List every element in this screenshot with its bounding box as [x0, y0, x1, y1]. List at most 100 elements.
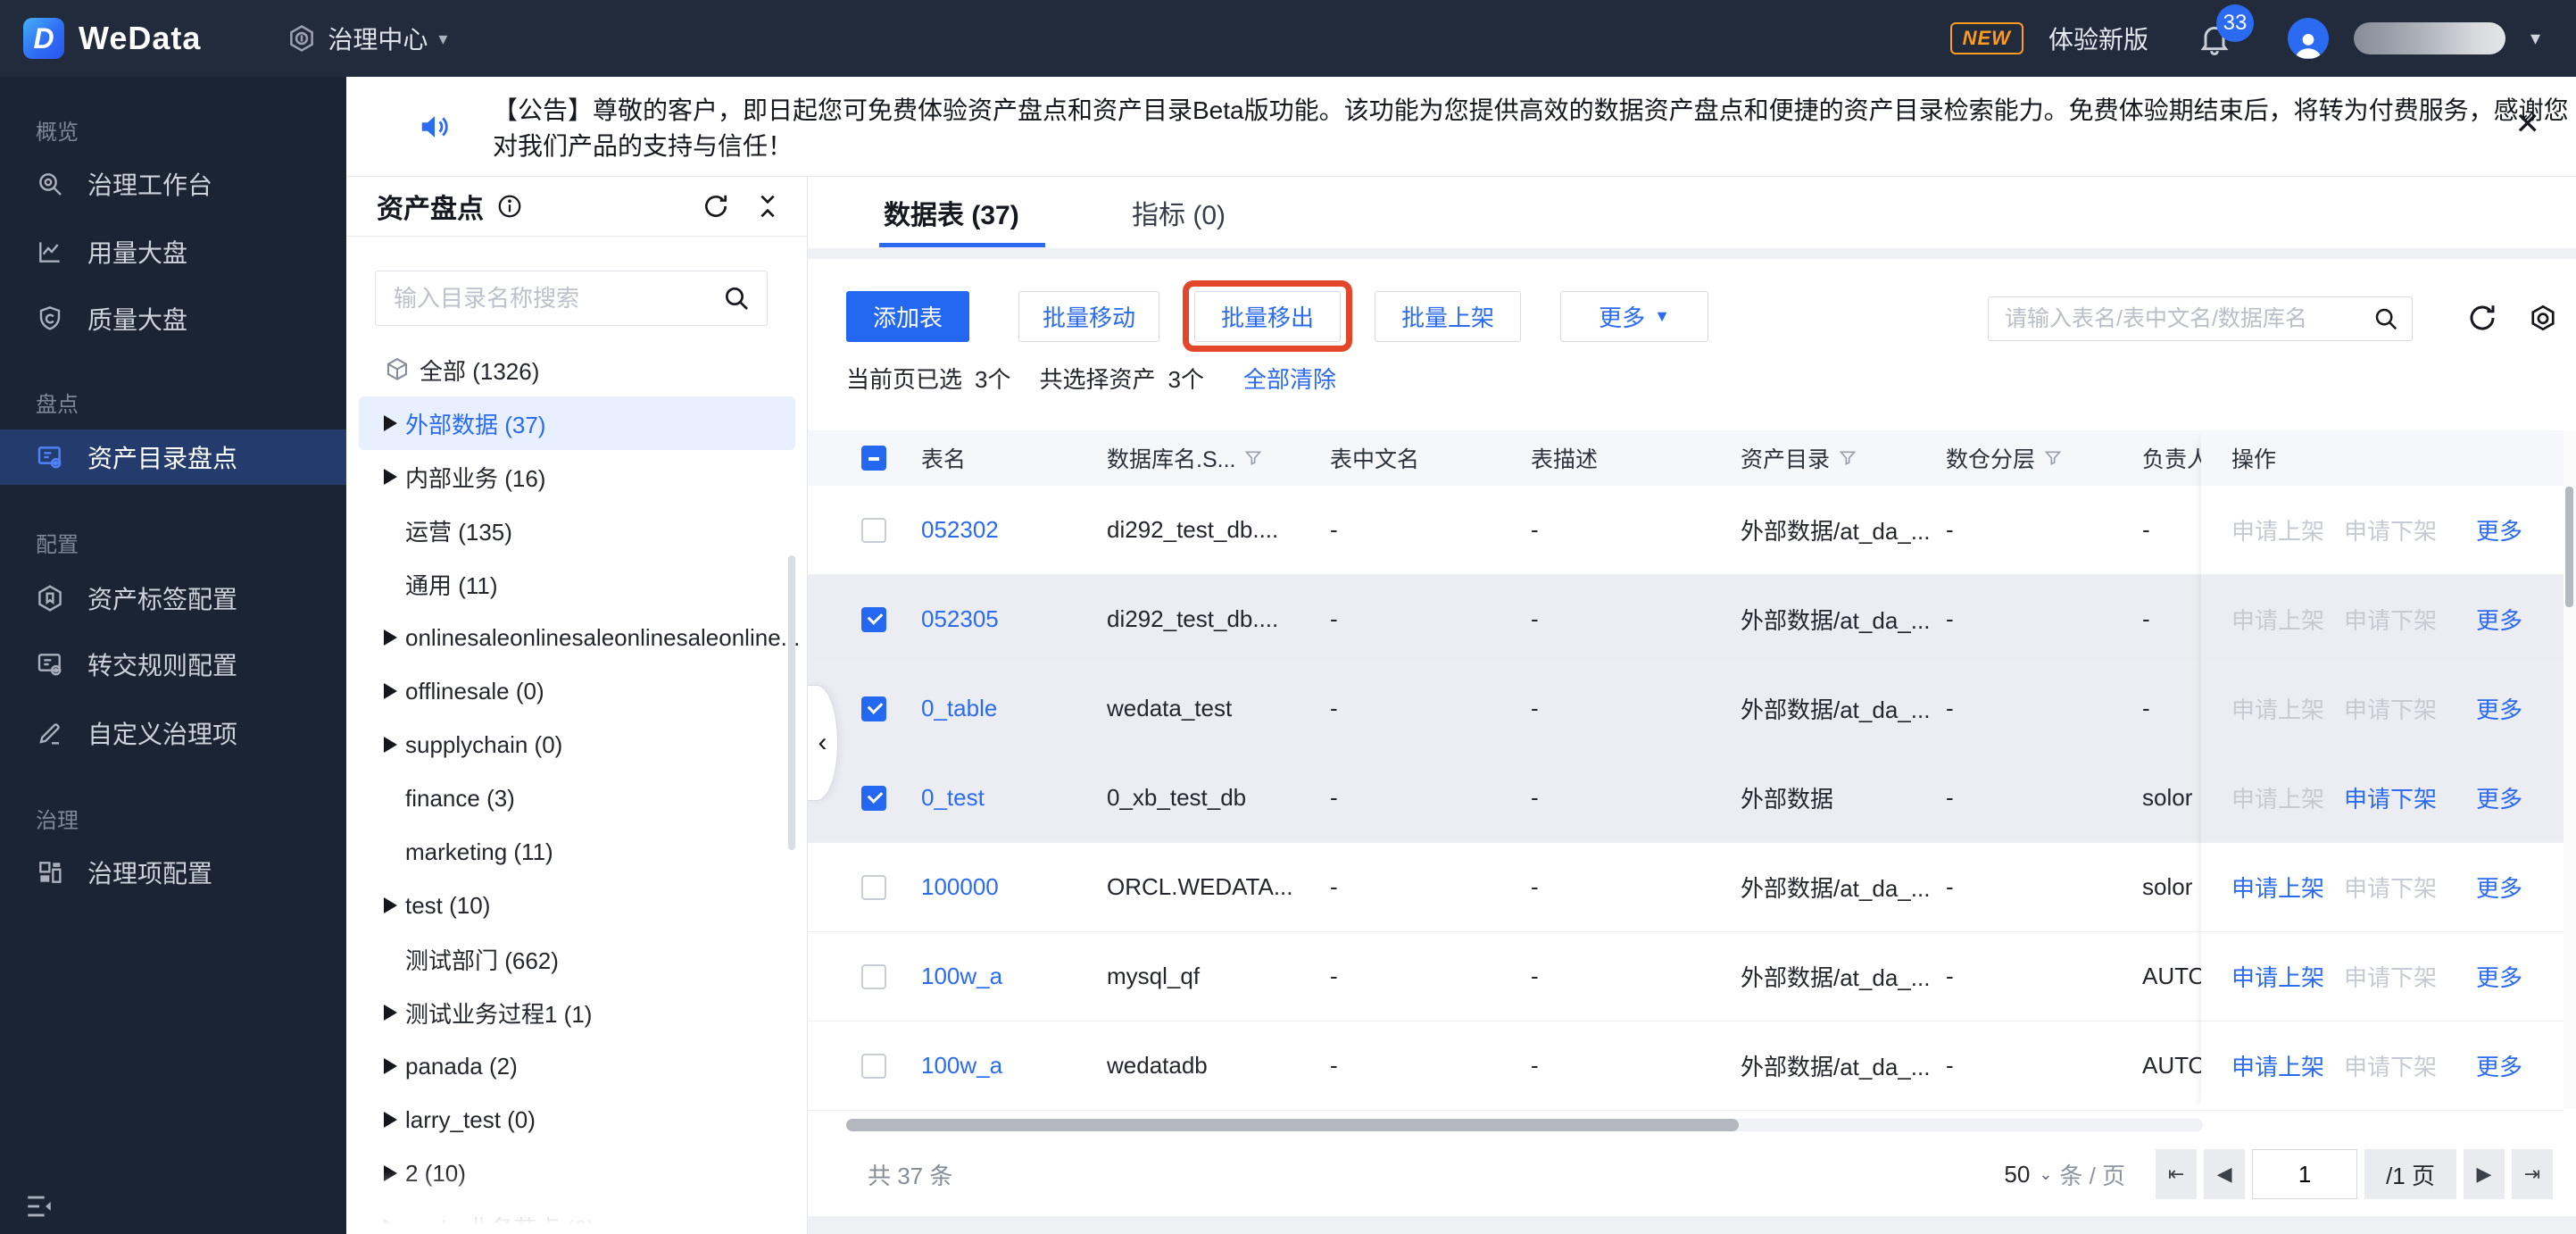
action-more[interactable]: 更多: [2476, 692, 2522, 725]
action-more[interactable]: 更多: [2476, 871, 2522, 904]
row-checkbox[interactable]: [861, 696, 886, 721]
action-request-publish[interactable]: 申请上架: [2231, 781, 2324, 814]
sidebar-item-quality-dashboard[interactable]: 质量大盘: [0, 292, 346, 346]
tree-item[interactable]: 内部业务 (16): [359, 450, 795, 504]
table-name-link[interactable]: 100w_a: [921, 1052, 1002, 1079]
action-request-publish[interactable]: 申请上架: [2231, 960, 2324, 993]
refresh-table-icon[interactable]: [2466, 302, 2498, 334]
try-new-version-link[interactable]: 体验新版: [2048, 21, 2148, 56]
clear-all-link[interactable]: 全部清除: [1243, 362, 1336, 395]
action-request-unpublish[interactable]: 申请下架: [2344, 513, 2437, 546]
horizontal-scrollbar[interactable]: [846, 1119, 1739, 1131]
last-page-button[interactable]: ⇥: [2512, 1149, 2553, 1199]
action-request-unpublish[interactable]: 申请下架: [2344, 960, 2437, 993]
action-request-unpublish[interactable]: 申请下架: [2344, 781, 2437, 814]
action-request-publish[interactable]: 申请上架: [2231, 513, 2324, 546]
action-more[interactable]: 更多: [2476, 960, 2522, 993]
tree-item[interactable]: 测试部门 (662): [359, 932, 795, 986]
action-request-publish[interactable]: 申请上架: [2231, 603, 2324, 636]
col-catalog[interactable]: 资产目录: [1741, 442, 1946, 474]
tree-item[interactable]: sasha业务节点 (0): [359, 1200, 795, 1234]
product-menu[interactable]: 治理中心 ▾: [287, 21, 447, 56]
collapse-panel-icon[interactable]: [753, 192, 782, 221]
table-name-link[interactable]: 100000: [921, 873, 999, 900]
page-number-input[interactable]: [2252, 1149, 2358, 1199]
search-icon[interactable]: [722, 284, 751, 313]
batch-remove-button[interactable]: 批量移出: [1194, 291, 1341, 342]
more-actions-button[interactable]: 更多 ▼: [1560, 291, 1708, 342]
row-checkbox[interactable]: [861, 517, 886, 543]
expand-arrow-icon[interactable]: [384, 683, 405, 699]
next-page-button[interactable]: ▶: [2464, 1149, 2505, 1199]
vertical-scrollbar[interactable]: [2565, 487, 2573, 607]
action-more[interactable]: 更多: [2476, 603, 2522, 636]
col-layer[interactable]: 数仓分层: [1946, 442, 2142, 474]
tree-item[interactable]: 通用 (11): [359, 557, 795, 611]
row-checkbox[interactable]: [861, 606, 886, 632]
expand-arrow-icon[interactable]: [384, 1112, 405, 1128]
table-name-link[interactable]: 052302: [921, 516, 999, 543]
sidebar-item-custom-governance[interactable]: 自定义治理项: [0, 706, 346, 760]
row-checkbox[interactable]: [861, 1053, 886, 1079]
wedata-logo-icon[interactable]: D: [23, 18, 64, 59]
filter-funnel-icon[interactable]: [1839, 449, 1857, 467]
col-database[interactable]: 数据库名.S...: [1107, 442, 1330, 474]
tree-item[interactable]: 运营 (135): [359, 504, 795, 557]
sidebar-item-governance-config[interactable]: 治理项配置: [0, 846, 346, 899]
action-request-unpublish[interactable]: 申请下架: [2344, 603, 2437, 636]
prev-page-button[interactable]: ◀: [2204, 1149, 2246, 1199]
expand-arrow-icon[interactable]: [384, 630, 405, 646]
expand-arrow-icon[interactable]: [384, 1058, 405, 1074]
info-icon[interactable]: [496, 193, 523, 220]
tree-search-input[interactable]: [394, 284, 722, 313]
table-name-link[interactable]: 0_table: [921, 695, 997, 721]
table-search-input[interactable]: [2005, 305, 2372, 332]
col-table-name[interactable]: 表名: [921, 442, 1107, 474]
expand-arrow-icon[interactable]: [384, 1219, 405, 1234]
table-name-link[interactable]: 052305: [921, 605, 999, 632]
avatar[interactable]: [2287, 18, 2329, 59]
search-icon[interactable]: [2372, 305, 2399, 332]
tree-item[interactable]: larry_test (0): [359, 1093, 795, 1146]
tree-item[interactable]: 2 (10): [359, 1146, 795, 1200]
column-settings-gear-icon[interactable]: [2527, 302, 2559, 334]
announcement-close-icon[interactable]: ✕: [2515, 109, 2541, 139]
expand-arrow-icon[interactable]: [384, 469, 405, 485]
action-request-publish[interactable]: 申请上架: [2231, 692, 2324, 725]
action-more[interactable]: 更多: [2476, 513, 2522, 546]
account-chevron-down-icon[interactable]: ▾: [2530, 27, 2540, 50]
table-name-link[interactable]: 0_test: [921, 784, 985, 811]
expand-arrow-icon[interactable]: [384, 1165, 405, 1181]
row-checkbox[interactable]: [861, 785, 886, 811]
sidebar-item-transfer-rule-config[interactable]: 转交规则配置: [0, 638, 346, 691]
action-request-unpublish[interactable]: 申请下架: [2344, 692, 2437, 725]
tree-scrollbar[interactable]: [788, 555, 795, 850]
page-size-select[interactable]: 50 ⌄: [2004, 1161, 2052, 1188]
tab-metrics[interactable]: 指标 (0): [1132, 193, 1226, 232]
tree-item[interactable]: supplychain (0): [359, 718, 795, 771]
action-request-publish[interactable]: 申请上架: [2231, 871, 2324, 904]
action-more[interactable]: 更多: [2476, 1049, 2522, 1082]
tree-item[interactable]: panada (2): [359, 1039, 795, 1093]
tree-item[interactable]: offlinesale (0): [359, 664, 795, 718]
table-name-link[interactable]: 100w_a: [921, 963, 1002, 989]
filter-funnel-icon[interactable]: [1244, 449, 1262, 467]
select-all-checkbox[interactable]: [861, 446, 886, 471]
tree-item[interactable]: 测试业务过程1 (1): [359, 986, 795, 1039]
batch-publish-button[interactable]: 批量上架: [1375, 291, 1521, 342]
col-cn-name[interactable]: 表中文名: [1330, 442, 1531, 474]
action-request-publish[interactable]: 申请上架: [2231, 1049, 2324, 1082]
action-more[interactable]: 更多: [2476, 781, 2522, 814]
tree-item[interactable]: 外部数据 (37): [359, 396, 795, 450]
tree-item-all[interactable]: 全部 (1326): [359, 343, 795, 396]
expand-arrow-icon[interactable]: [384, 415, 405, 431]
expand-arrow-icon[interactable]: [384, 1005, 405, 1021]
expand-arrow-icon[interactable]: [384, 897, 405, 913]
sidebar-item-asset-tag-config[interactable]: 资产标签配置: [0, 571, 346, 625]
tree-item[interactable]: onlinesaleonlinesaleonlinesaleonline...: [359, 611, 800, 664]
row-checkbox[interactable]: [861, 874, 886, 900]
batch-move-button[interactable]: 批量移动: [1018, 291, 1159, 342]
tree-item[interactable]: finance (3): [359, 771, 795, 825]
notifications-button[interactable]: 33: [2197, 4, 2254, 56]
action-request-unpublish[interactable]: 申请下架: [2344, 1049, 2437, 1082]
